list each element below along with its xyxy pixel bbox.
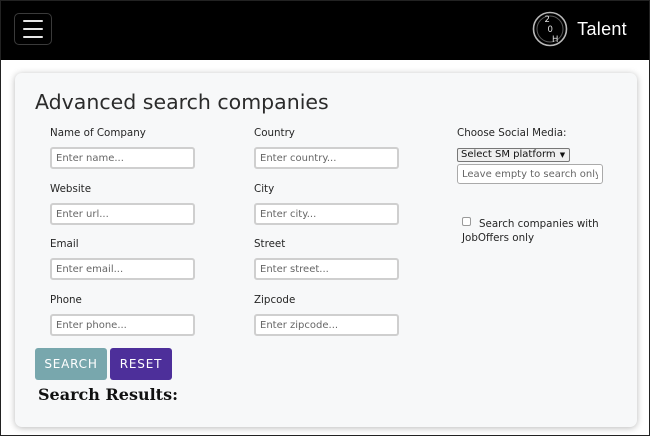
- logo-mark-middle: 0: [548, 25, 553, 35]
- menu-bar: [23, 20, 43, 22]
- email-input[interactable]: [50, 258, 195, 280]
- top-navbar: 2 0 H Talent: [0, 0, 650, 60]
- reset-button[interactable]: RESET: [110, 348, 172, 380]
- search-button[interactable]: SEARCH: [35, 348, 107, 380]
- menu-bar: [23, 28, 43, 30]
- social-media-select[interactable]: Select SM platform ▼: [457, 148, 571, 162]
- hamburger-menu-icon[interactable]: [14, 13, 52, 45]
- street-label: Street: [254, 238, 286, 250]
- social-media-label: Choose Social Media:: [457, 127, 567, 139]
- phone-label: Phone: [50, 294, 82, 306]
- phone-input[interactable]: [50, 314, 195, 336]
- website-label: Website: [50, 183, 92, 195]
- caret-down-icon: ▼: [559, 151, 566, 159]
- menu-bar: [23, 36, 43, 38]
- company-name-input[interactable]: [50, 147, 195, 169]
- city-input[interactable]: [254, 203, 399, 225]
- company-name-label: Name of Company: [50, 127, 146, 139]
- street-input[interactable]: [254, 258, 399, 280]
- h2o-logo-icon: 2 0 H: [532, 11, 568, 47]
- country-input[interactable]: [254, 147, 399, 169]
- search-results-heading: Search Results:: [38, 385, 178, 404]
- zipcode-label: Zipcode: [254, 294, 296, 306]
- zipcode-input[interactable]: [254, 314, 399, 336]
- social-media-select-value: Select SM platform: [461, 149, 556, 160]
- city-label: City: [254, 183, 275, 195]
- page-title: Advanced search companies: [35, 90, 329, 114]
- logo-mark-top: 2: [545, 15, 550, 25]
- social-media-input[interactable]: [457, 164, 603, 184]
- advanced-search-card: Advanced search companies Name of Compan…: [15, 73, 637, 427]
- brand-name[interactable]: Talent: [577, 19, 627, 40]
- logo-mark-bottom: H: [552, 35, 558, 45]
- joboffers-checkbox-label[interactable]: Search companies with JobOffers only: [462, 217, 612, 245]
- brand[interactable]: 2 0 H Talent: [531, 10, 627, 48]
- country-label: Country: [254, 127, 295, 139]
- website-input[interactable]: [50, 203, 195, 225]
- email-label: Email: [50, 238, 79, 250]
